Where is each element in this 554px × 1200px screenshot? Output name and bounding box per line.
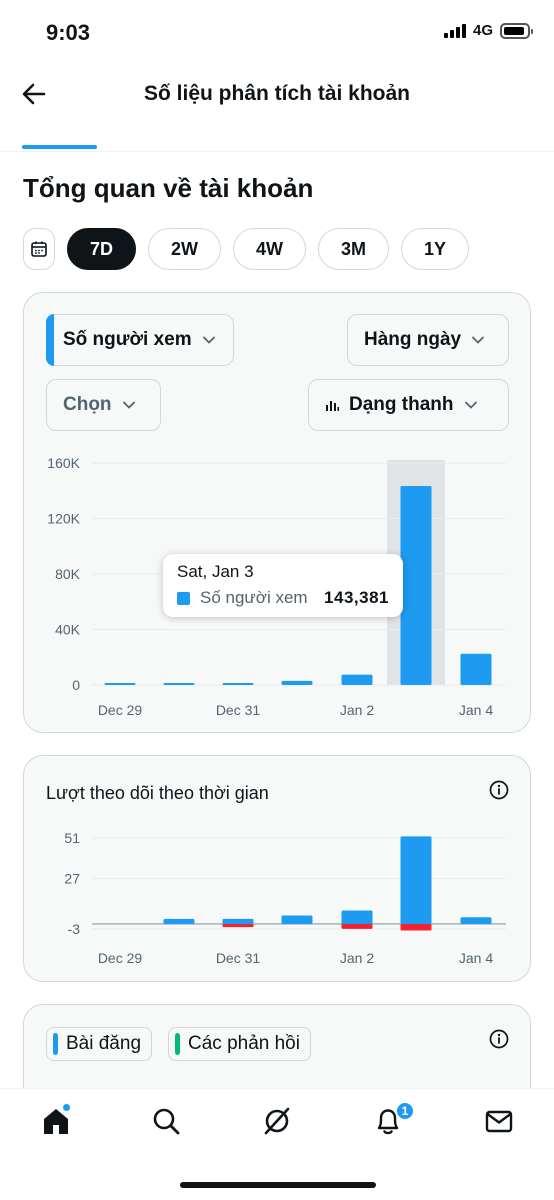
unfollows-bar	[222, 923, 254, 928]
y-tick-label: 160K	[47, 455, 80, 471]
tooltip-value: 143,381	[324, 588, 389, 607]
tooltip-date: Sat, Jan 3	[177, 562, 254, 581]
x-tick-label: Jan 4	[459, 950, 493, 966]
new-followers-bar	[163, 918, 195, 924]
viewers-bar	[163, 683, 195, 685]
tooltip-swatch	[177, 591, 190, 605]
home-indicator	[180, 1182, 376, 1188]
y-tick-label: -3	[68, 921, 81, 937]
y-tick-label: 120K	[47, 511, 80, 527]
x-tick-label: Jan 2	[340, 702, 374, 718]
x-tick-label: Dec 29	[98, 950, 143, 966]
grok-icon[interactable]	[261, 1105, 293, 1137]
charts-layer: 0 40K 80K 120K 160K Dec 29 Dec 31 Jan 2 Jan 4 -3 2…	[47, 455, 506, 966]
search-icon[interactable]	[150, 1105, 182, 1137]
viewers-bar	[341, 674, 373, 685]
viewers-bar	[460, 653, 492, 685]
x-tick-label: Jan 4	[459, 702, 493, 718]
new-followers-bar	[281, 915, 313, 924]
y-tick-label: 40K	[55, 622, 81, 638]
x-tick-label: Jan 2	[340, 950, 374, 966]
viewers-bar	[104, 683, 136, 685]
y-tick-label: 0	[72, 677, 80, 693]
new-followers-bar	[222, 918, 254, 924]
new-followers-bar	[460, 917, 492, 924]
viewers-bar	[222, 683, 254, 685]
x-tick-label: Dec 29	[98, 702, 143, 718]
notification-count-badge: 1	[395, 1101, 415, 1121]
chart-tooltip: Sat, Jan 3 Số người xem 143,381	[163, 554, 403, 617]
viewers-bar	[281, 680, 313, 685]
new-followers-bar	[341, 910, 373, 924]
viewers-bar	[400, 486, 432, 685]
messages-icon[interactable]	[483, 1105, 515, 1137]
y-tick-label: 80K	[55, 566, 81, 582]
home-unread-dot	[62, 1103, 71, 1112]
new-followers-bar	[400, 836, 432, 924]
unfollows-bar	[400, 923, 432, 931]
x-tick-label: Dec 31	[216, 702, 261, 718]
x-tick-label: Dec 31	[216, 950, 261, 966]
y-tick-label: 27	[64, 870, 80, 886]
y-tick-label: 51	[64, 830, 80, 846]
tooltip-label: Số người xem	[200, 588, 308, 607]
unfollows-bar	[341, 923, 373, 929]
